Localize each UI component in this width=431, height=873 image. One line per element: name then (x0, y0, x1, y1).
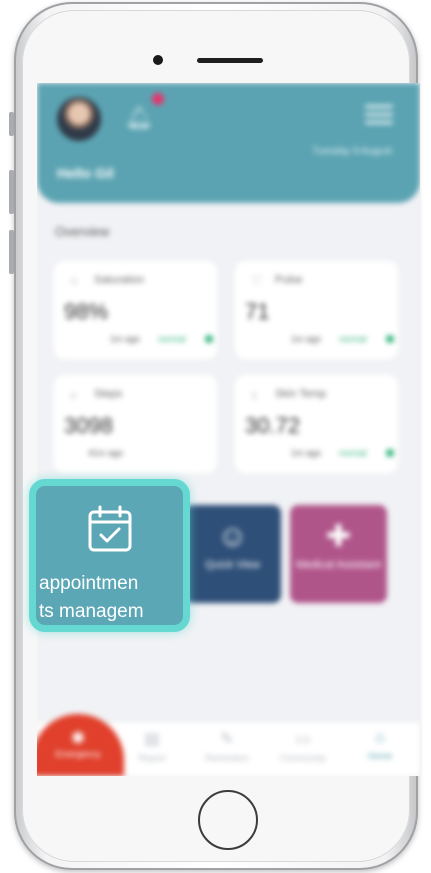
vital-card-steps[interactable]: ⌕ Steps 3098 41m ago (54, 375, 217, 473)
card-time: 1m ago (291, 334, 322, 344)
tab-label: Home (367, 751, 392, 761)
vital-card-pulse[interactable]: ♡ Pulse 71 1m ago normal (235, 261, 398, 359)
chat-icon: ▭ (295, 731, 311, 748)
card-status: normal (158, 334, 186, 344)
front-camera (153, 55, 163, 65)
vital-card-saturation[interactable]: ○ Saturation 98% 1m ago normal (54, 261, 217, 359)
card-value: 98% (64, 299, 109, 324)
card-label: Skin Temp (275, 388, 327, 400)
appointments-management-tile[interactable]: appointmen ts managem (29, 479, 190, 632)
quick-view-tile[interactable]: ☺ Quick View (184, 505, 281, 603)
fab-label: Emergency (55, 749, 101, 759)
report-icon: ▤ (144, 731, 160, 748)
card-value: 30.72 (245, 413, 301, 438)
card-value: 71 (245, 299, 270, 324)
card-label: Steps (94, 388, 123, 400)
home-icon: ⌂ (375, 729, 385, 746)
tile-label: Medical Assistant (296, 559, 381, 571)
tab-report[interactable]: ▤ Report (122, 729, 182, 763)
card-status: normal (339, 334, 367, 344)
medical-assistant-tile[interactable]: ✚ Medical Assistant (290, 505, 387, 603)
vital-card-skin-temp[interactable]: ↕ Skin Temp 30.72 1m ago normal (235, 375, 398, 473)
tab-label: Reminders (205, 753, 249, 763)
card-label: Pulse (275, 274, 303, 286)
tile-label: appointmen ts managem (39, 570, 183, 625)
card-label: Saturation (94, 274, 145, 286)
status-dot (205, 335, 213, 343)
status-dot (386, 335, 394, 343)
status-dot (386, 449, 394, 457)
tab-home[interactable]: ⌂ Home (350, 729, 410, 761)
tile-label-line-2: ts managem (39, 601, 144, 622)
volume-down-button (9, 230, 14, 274)
steps-icon: ⌕ (70, 387, 78, 402)
tab-label: Community (280, 753, 326, 763)
medical-cross-icon: ✚ (325, 520, 352, 553)
saturation-icon: ○ (70, 273, 78, 288)
calendar-check-icon (88, 505, 132, 552)
asterisk-icon: ✱ (70, 728, 86, 748)
card-time: 41m ago (88, 448, 124, 458)
app-header: 🔔︎ Tuesday 9 August Hello Gil (37, 83, 420, 203)
volume-up-button (9, 170, 14, 214)
user-check-icon: ☺ (217, 520, 248, 553)
pencil-icon: ✎ (220, 731, 234, 748)
card-time: 1m ago (110, 334, 141, 344)
silent-switch (9, 112, 14, 136)
earpiece-speaker (197, 58, 263, 63)
card-value: 3098 (64, 413, 113, 438)
card-time: 1m ago (291, 448, 322, 458)
tab-label: Report (138, 753, 166, 763)
blurred-background: 🔔︎ Tuesday 9 August Hello Gil Overview ○… (37, 83, 420, 776)
card-status: normal (339, 448, 367, 458)
tab-reminders[interactable]: ✎ Reminders (197, 729, 257, 763)
bell-icon[interactable]: 🔔︎ (125, 105, 153, 131)
app-screen: 🔔︎ Tuesday 9 August Hello Gil Overview ○… (37, 83, 420, 776)
avatar[interactable] (57, 97, 101, 141)
date-selector[interactable]: Tuesday 9 August (312, 146, 392, 157)
overview-title: Overview (55, 224, 110, 239)
greeting-text: Hello Gil (57, 165, 114, 181)
hamburger-menu-icon[interactable] (365, 105, 393, 125)
home-button[interactable] (198, 790, 258, 850)
thermometer-icon: ↕ (251, 387, 258, 402)
heart-icon: ♡ (251, 273, 263, 288)
tile-label: Quick View (205, 559, 260, 571)
tile-label-line-1: appointmen (39, 573, 139, 594)
tab-community[interactable]: ▭ Community (273, 729, 333, 763)
notification-badge (152, 93, 164, 105)
